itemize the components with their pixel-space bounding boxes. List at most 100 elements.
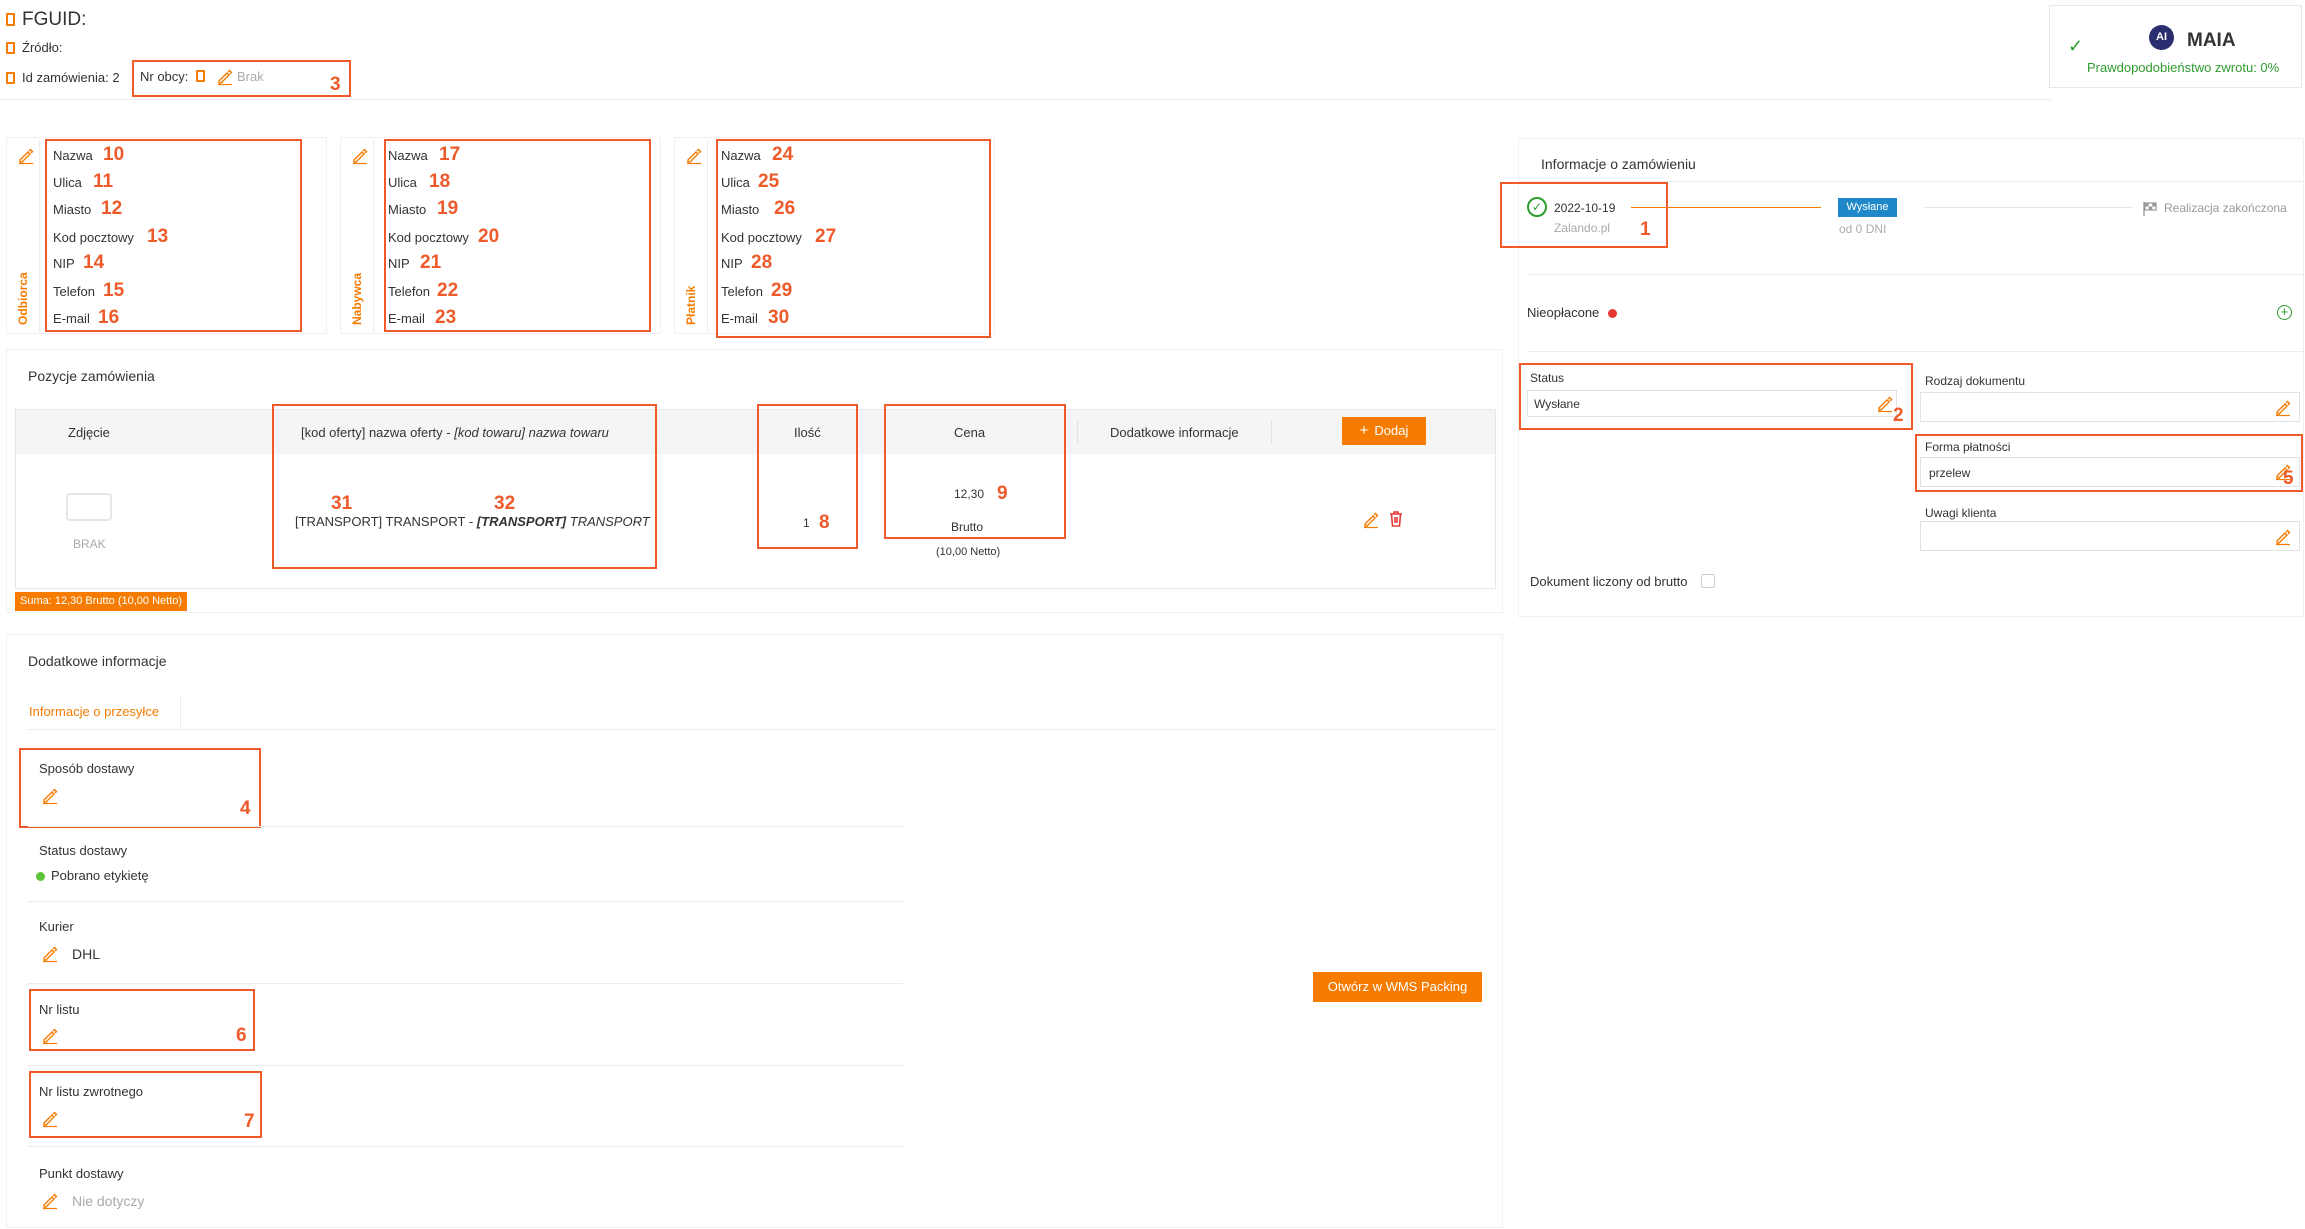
document-icon <box>6 42 15 54</box>
order-info-divider <box>1528 274 2304 275</box>
marker-8: 8 <box>819 512 830 533</box>
contact-field-label: Kod pocztowy <box>388 230 469 245</box>
contact-field-marker: 29 <box>771 280 793 301</box>
contact-field-label: NIP <box>721 256 743 271</box>
finish-flag-icon <box>2142 201 2159 217</box>
row-divider <box>28 826 903 827</box>
highlight-status <box>1519 363 1913 430</box>
timeline-line-pending <box>1924 207 2133 208</box>
col-divider <box>1077 420 1078 444</box>
add-position-button[interactable]: + Dodaj <box>1342 417 1426 445</box>
contact-field-label: Ulica <box>721 175 750 190</box>
contact-field-marker: 10 <box>103 144 125 165</box>
doc-type-field[interactable] <box>1920 392 2300 422</box>
contact-field-marker: 19 <box>437 198 459 219</box>
extra-info-panel <box>6 634 1503 1228</box>
edit-foreign-no-icon[interactable] <box>216 68 234 86</box>
contact-field-label: NIP <box>53 256 75 271</box>
edit-contact-icon[interactable] <box>685 147 703 165</box>
sum-badge: Suma: 12,30 Brutto (10,00 Netto) <box>15 592 188 611</box>
edit-courier-icon[interactable] <box>41 945 59 963</box>
add-label: Dodaj <box>1374 423 1409 438</box>
contact-type-label: Nabywca <box>350 272 364 325</box>
edit-contact-icon[interactable] <box>351 147 369 165</box>
contact-field-marker: 25 <box>758 171 780 192</box>
col-photo: Zdjęcie <box>68 425 110 440</box>
marker-6: 6 <box>236 1025 247 1046</box>
sum-text: Suma: 12,30 Brutto (10,00 Netto) <box>20 595 183 607</box>
contact-field-marker: 20 <box>478 226 500 247</box>
tab-divider <box>28 729 1495 730</box>
contact-field-label: Telefon <box>388 284 430 299</box>
maia-card: ✓ AI MAIA Prawdopodobieństwo zwrotu: 0% <box>2049 5 2302 88</box>
contact-field-marker: 21 <box>420 252 442 273</box>
foreign-no-label: Nr obcy: <box>140 69 189 84</box>
contact-field-label: NIP <box>388 256 410 271</box>
contact-field-marker: 14 <box>83 252 105 273</box>
contact-field-label: Kod pocztowy <box>721 230 802 245</box>
contact-field-label: Kod pocztowy <box>53 230 134 245</box>
maia-logo: AI <box>2149 25 2174 50</box>
contact-field-label: Ulica <box>53 175 82 190</box>
document-icon <box>6 72 15 84</box>
price-netto: (10,00 Netto) <box>936 546 1001 558</box>
delete-position-icon[interactable] <box>1387 510 1405 528</box>
marker-1: 1 <box>1640 219 1651 240</box>
contact-field-label: Telefon <box>53 284 95 299</box>
header-divider <box>0 99 2051 100</box>
highlight-qty <box>757 404 858 549</box>
contact-field-label: E-mail <box>53 311 90 326</box>
gross-doc-checkbox[interactable] <box>1701 574 1715 588</box>
fguid-label: FGUID: <box>22 9 87 30</box>
contact-type-label: Odbiorca <box>16 272 30 325</box>
unpaid-dot <box>1608 309 1617 318</box>
edit-remarks-icon[interactable] <box>2274 528 2292 546</box>
contact-field-marker: 27 <box>815 226 837 247</box>
marker-2: 2 <box>1893 405 1904 426</box>
edit-position-icon[interactable] <box>1362 511 1380 529</box>
open-wms-label: Otwórz w WMS Packing <box>1327 979 1468 994</box>
foreign-no-value: Brak <box>237 69 264 84</box>
marker-31: 31 <box>331 493 353 514</box>
highlight-payment <box>1915 434 2303 492</box>
edit-pickup-icon[interactable] <box>41 1192 59 1210</box>
contact-field-label: Nazwa <box>721 148 761 163</box>
open-wms-button[interactable]: Otwórz w WMS Packing <box>1313 972 1482 1002</box>
contact-field-marker: 16 <box>98 307 120 328</box>
tab-shipping[interactable]: Informacje o przesyłce <box>20 695 181 730</box>
contact-field-label: Nazwa <box>388 148 428 163</box>
contact-field-marker: 17 <box>439 144 461 165</box>
check-icon: ✓ <box>2068 36 2084 56</box>
contact-field-label: Nazwa <box>53 148 93 163</box>
contact-field-marker: 13 <box>147 226 169 247</box>
contact-field-marker: 18 <box>429 171 451 192</box>
contact-field-marker: 26 <box>774 198 796 219</box>
row-divider <box>28 901 903 902</box>
contact-field-label: E-mail <box>388 311 425 326</box>
copy-icon[interactable] <box>196 70 205 82</box>
col-divider <box>1271 420 1272 444</box>
maia-logo-text: AI <box>2156 31 2167 43</box>
row-divider <box>28 1065 903 1066</box>
finish-label: Realizacja zakończona <box>2164 201 2287 215</box>
add-payment-icon[interactable]: + <box>2277 305 2292 320</box>
remarks-field[interactable] <box>1920 521 2300 551</box>
delivery-status-label: Status dostawy <box>39 843 128 858</box>
contact-field-label: E-mail <box>721 311 758 326</box>
edit-doc-type-icon[interactable] <box>2274 399 2292 417</box>
return-probability: Prawdopodobieństwo zwrotu: 0% <box>2087 60 2280 75</box>
document-icon <box>6 13 15 26</box>
status-days: od 0 DNI <box>1839 222 1887 236</box>
tab-shipping-label: Informacje o przesyłce <box>29 704 160 719</box>
contact-field-label: Miasto <box>53 202 92 217</box>
col-extra: Dodatkowe informacje <box>1110 425 1239 440</box>
courier-value: DHL <box>72 946 101 962</box>
photo-placeholder <box>64 487 114 523</box>
courier-label: Kurier <box>39 919 74 934</box>
maia-name: MAIA <box>2187 30 2236 51</box>
highlight-price <box>884 404 1066 539</box>
contact-field-marker: 15 <box>103 280 125 301</box>
plus-icon: + <box>1359 422 1369 439</box>
marker-9: 9 <box>997 483 1008 504</box>
edit-contact-icon[interactable] <box>17 147 35 165</box>
